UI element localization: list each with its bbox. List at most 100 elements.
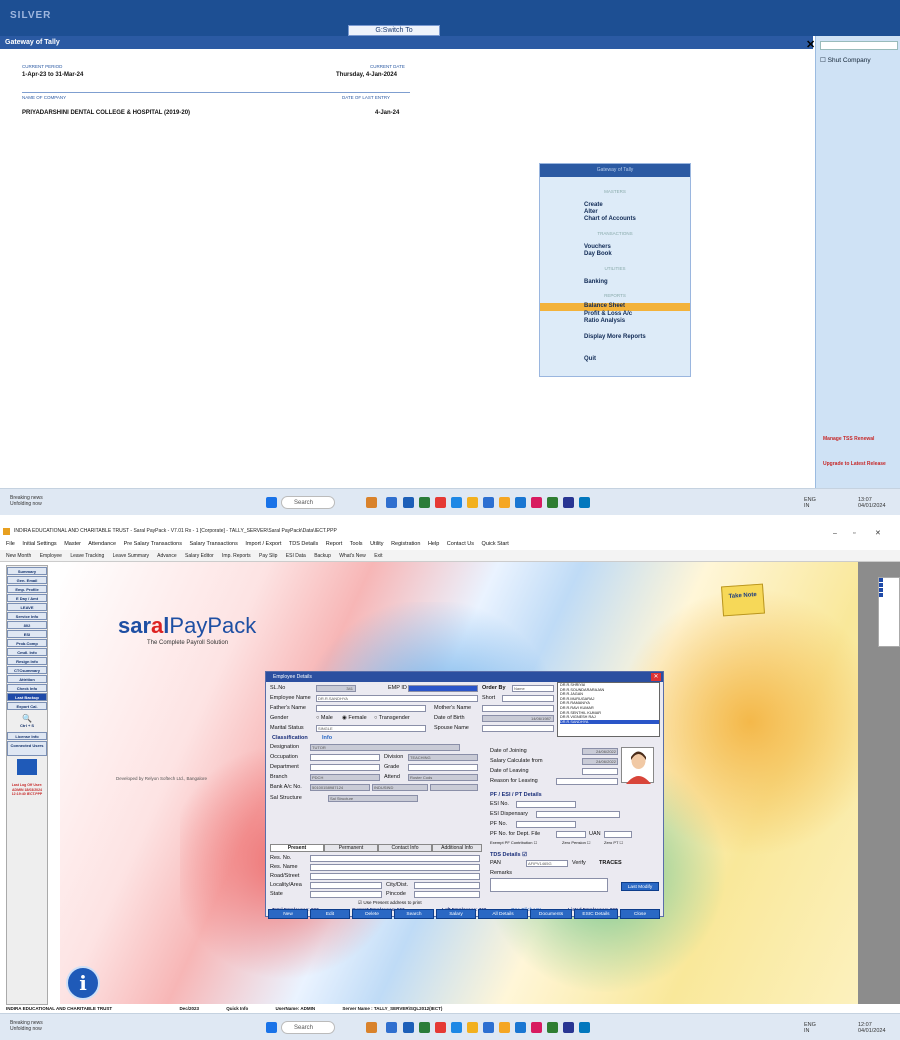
- esi-no-field[interactable]: [516, 801, 576, 808]
- gw-alter[interactable]: Alter: [584, 209, 598, 215]
- language-indicator[interactable]: ENG IN: [804, 497, 816, 509]
- upgrade-link[interactable]: Upgrade to Latest Release: [823, 461, 893, 467]
- tool-whats-new[interactable]: What's New: [339, 553, 366, 559]
- menu-report[interactable]: Report: [326, 541, 343, 547]
- nav-connected-users[interactable]: Connected Users: [7, 741, 47, 756]
- pincode-field[interactable]: [414, 891, 480, 898]
- traces-button[interactable]: TRACES: [599, 860, 622, 866]
- app-icon[interactable]: [419, 497, 430, 508]
- app-icon[interactable]: [435, 497, 446, 508]
- spouse-name-field[interactable]: [482, 725, 554, 732]
- tool-backup[interactable]: Backup: [314, 553, 331, 559]
- tool-salary-editor[interactable]: Salary Editor: [185, 553, 214, 559]
- app-icon[interactable]: [451, 1022, 462, 1033]
- news-widget[interactable]: Breaking news Unfolding now: [10, 495, 43, 507]
- salary-from-field[interactable]: 24/06/2022: [582, 758, 618, 765]
- city-field[interactable]: [414, 882, 480, 889]
- app-icon[interactable]: [515, 1022, 526, 1033]
- taskbar-search[interactable]: Search: [281, 496, 335, 509]
- users-icon[interactable]: [17, 759, 37, 775]
- nav-e-day[interactable]: E Day / Amt: [7, 594, 47, 602]
- nav-summary[interactable]: Summary: [7, 567, 47, 575]
- bank-name-field[interactable]: INDUSIND: [372, 784, 428, 791]
- uan-field[interactable]: [604, 831, 632, 838]
- mothers-name-field[interactable]: [482, 705, 554, 712]
- app-icon[interactable]: [386, 1022, 397, 1033]
- order-by-select[interactable]: Name: [512, 685, 554, 692]
- sl-no-field[interactable]: 341: [316, 685, 356, 692]
- menu-tools[interactable]: Tools: [350, 541, 363, 547]
- gender-female-radio[interactable]: ◉ Female: [342, 715, 367, 721]
- menu-initial-settings[interactable]: Initial Settings: [22, 541, 56, 547]
- tool-advance[interactable]: Advance: [157, 553, 176, 559]
- dol-field[interactable]: [582, 768, 618, 775]
- tool-employee[interactable]: Employee: [40, 553, 62, 559]
- occupation-field[interactable]: [310, 754, 380, 761]
- gw-banking[interactable]: Banking: [584, 279, 608, 285]
- zero-pension-checkbox[interactable]: Zero Pension ☐: [562, 840, 591, 845]
- nav-emp-profile[interactable]: Emp. Profile: [7, 585, 47, 593]
- nav-last-backup[interactable]: Last Backup: [7, 693, 47, 701]
- doj-field[interactable]: 24/06/2022: [582, 748, 618, 755]
- nav-cmdl-info[interactable]: Cmdl. Info: [7, 648, 47, 656]
- tool-new-month[interactable]: New Month: [6, 553, 31, 559]
- search-icon[interactable]: 🔍: [7, 714, 47, 723]
- gw-more-reports[interactable]: Display More Reports: [584, 334, 646, 340]
- menu-registration[interactable]: Registration: [391, 541, 420, 547]
- employee-name-field[interactable]: DR.R.SANDHYA: [316, 695, 478, 702]
- tab-contact-info[interactable]: Contact Info: [378, 844, 432, 852]
- clock[interactable]: 13:07 04/01/2024: [858, 497, 896, 509]
- nav-service-info[interactable]: Service Info: [7, 612, 47, 620]
- delete-button[interactable]: Delete: [352, 909, 392, 919]
- info-link[interactable]: Info: [322, 735, 332, 741]
- folder-icon[interactable]: [467, 1022, 478, 1033]
- nav-prob-comp[interactable]: Prob.Comp: [7, 639, 47, 647]
- app-icon[interactable]: [483, 497, 494, 508]
- app-icon[interactable]: [366, 1022, 377, 1033]
- menu-quick-start[interactable]: Quick Start: [482, 541, 509, 547]
- menu-attendance[interactable]: Attendance: [88, 541, 116, 547]
- pf-no-field[interactable]: [516, 821, 576, 828]
- close-button[interactable]: Close: [620, 909, 660, 919]
- use-present-checkbox[interactable]: ☑ Use Present address to print: [358, 900, 422, 906]
- app-icon[interactable]: [547, 497, 558, 508]
- nav-check-info[interactable]: Check Info: [7, 684, 47, 692]
- last-modify-button[interactable]: Last Modify: [621, 882, 659, 891]
- bank-ac-field[interactable]: 50100158987124: [310, 784, 370, 791]
- sal-structure-field[interactable]: Sal Structure: [328, 795, 418, 802]
- folder-icon[interactable]: [467, 497, 478, 508]
- app-icon[interactable]: [579, 497, 590, 508]
- app-icon[interactable]: [419, 1022, 430, 1033]
- department-field[interactable]: [310, 764, 380, 771]
- gw-balance-sheet[interactable]: Balance Sheet: [584, 303, 625, 309]
- list-item-selected[interactable]: DR.R.SANDHYA: [560, 719, 659, 725]
- gw-quit[interactable]: Quit: [584, 356, 596, 362]
- menu-master[interactable]: Master: [64, 541, 81, 547]
- nav-ctc-summary[interactable]: CTCsummary: [7, 666, 47, 674]
- ifsc-field[interactable]: [430, 784, 478, 791]
- new-button[interactable]: New: [268, 909, 308, 919]
- esi-dispensary-field[interactable]: [536, 811, 620, 818]
- gw-create[interactable]: Create: [584, 202, 603, 208]
- division-field[interactable]: TEACHING: [408, 754, 478, 761]
- res-name-field[interactable]: [310, 864, 480, 871]
- nav-esi[interactable]: ESI: [7, 630, 47, 638]
- road-field[interactable]: [310, 873, 480, 880]
- marital-status-select[interactable]: SINGLE: [316, 725, 426, 732]
- reason-field[interactable]: [556, 778, 618, 785]
- close-icon[interactable]: ✕: [806, 38, 815, 51]
- nav-export-cal[interactable]: Export Cal.: [7, 702, 47, 710]
- edit-button[interactable]: Edit: [310, 909, 350, 919]
- employee-list[interactable]: DR.R.SHRIYAI DR.R.SOUNDARARAJAN DR.R.JAG…: [557, 682, 660, 737]
- app-icon[interactable]: [403, 497, 414, 508]
- tool-imp-reports[interactable]: Imp. Reports: [222, 553, 251, 559]
- menu-utility[interactable]: Utility: [370, 541, 383, 547]
- app-icon[interactable]: [499, 497, 510, 508]
- gw-daybook[interactable]: Day Book: [584, 251, 612, 257]
- app-icon[interactable]: [515, 497, 526, 508]
- language-indicator[interactable]: ENG IN: [804, 1022, 816, 1034]
- gw-chart-of-accounts[interactable]: Chart of Accounts: [584, 216, 636, 222]
- app-icon[interactable]: [547, 1022, 558, 1033]
- nav-license-info[interactable]: License Info: [7, 732, 47, 740]
- esic-details-button[interactable]: ESIC Details: [574, 909, 618, 919]
